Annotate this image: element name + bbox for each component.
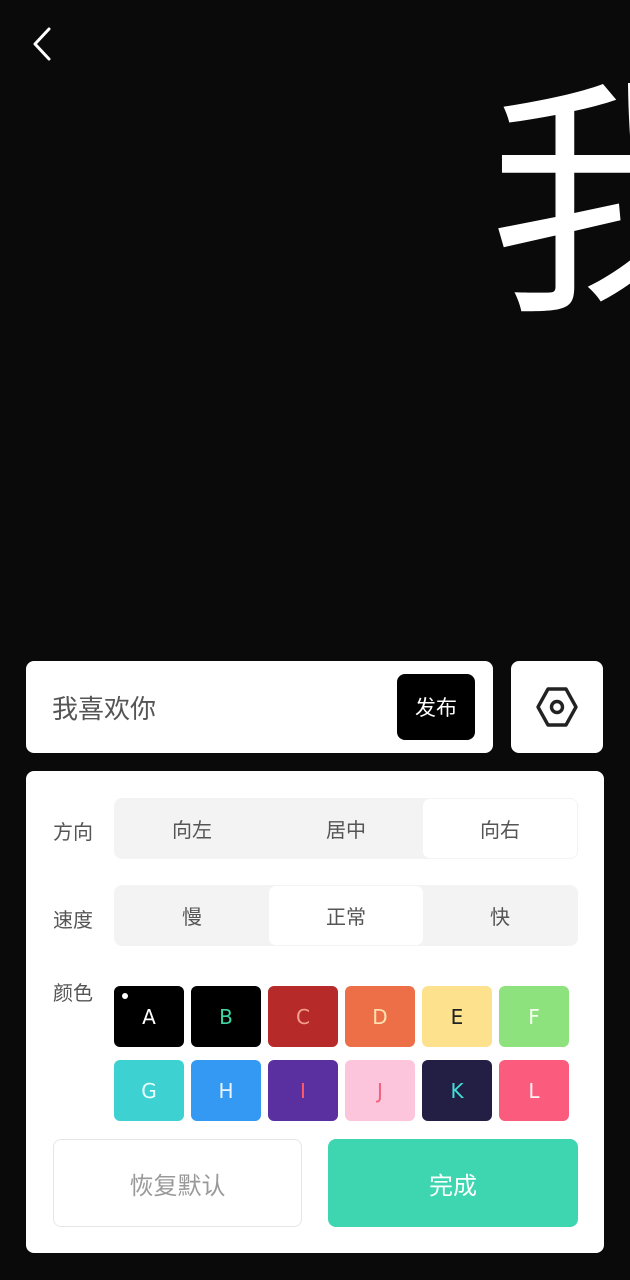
speed-slow-option[interactable]: 慢 [115, 886, 269, 945]
swatch-letter: H [218, 1078, 234, 1103]
direction-label: 方向 [53, 820, 93, 844]
direction-center-option[interactable]: 居中 [269, 799, 423, 858]
swatch-letter: A [142, 1004, 156, 1029]
speed-fast-option[interactable]: 快 [423, 886, 577, 945]
settings-panel: 方向 向左 居中 向右 速度 慢 正常 快 颜色 A B C D E F G H I J K L 恢复… [26, 771, 604, 1253]
direction-right-option[interactable]: 向右 [423, 799, 577, 858]
swatch-letter: D [372, 1004, 388, 1029]
reset-default-button[interactable]: 恢复默认 [53, 1139, 302, 1227]
selected-indicator-dot [122, 993, 128, 999]
speed-normal-option[interactable]: 正常 [269, 886, 423, 945]
marquee-text-input[interactable] [52, 661, 402, 753]
color-swatch-k[interactable]: K [422, 1060, 492, 1121]
swatch-letter: L [528, 1078, 540, 1103]
done-button[interactable]: 完成 [328, 1139, 578, 1227]
direction-selector: 向左 居中 向右 [114, 798, 578, 859]
chevron-left-icon [33, 27, 51, 61]
swatch-letter: F [528, 1004, 540, 1029]
direction-left-option[interactable]: 向左 [115, 799, 269, 858]
color-swatch-f[interactable]: F [499, 986, 569, 1047]
marquee-editor-screen: 我 发布 方向 向左 居中 向右 速度 慢 正常 快 颜色 A B C D E F G H I J… [0, 0, 630, 1280]
color-swatch-a[interactable]: A [114, 986, 184, 1047]
swatch-letter: J [377, 1078, 383, 1103]
hex-nut-settings-icon [536, 687, 578, 727]
speed-label: 速度 [53, 908, 93, 932]
swatch-letter: K [450, 1078, 464, 1103]
swatch-letter: B [219, 1004, 233, 1029]
color-swatch-g[interactable]: G [114, 1060, 184, 1121]
color-swatch-d[interactable]: D [345, 986, 415, 1047]
color-swatch-b[interactable]: B [191, 986, 261, 1047]
swatch-letter: C [296, 1004, 310, 1029]
text-input-card: 发布 [26, 661, 493, 753]
color-swatch-grid: A B C D E F G H I J K L [114, 986, 574, 1121]
color-label: 颜色 [53, 981, 93, 1005]
marquee-preview-text: 我 [488, 59, 630, 350]
color-swatch-j[interactable]: J [345, 1060, 415, 1121]
color-swatch-e[interactable]: E [422, 986, 492, 1047]
color-swatch-c[interactable]: C [268, 986, 338, 1047]
color-swatch-i[interactable]: I [268, 1060, 338, 1121]
swatch-letter: E [450, 1004, 464, 1029]
swatch-letter: I [300, 1078, 306, 1103]
publish-button[interactable]: 发布 [397, 674, 475, 740]
speed-selector: 慢 正常 快 [114, 885, 578, 946]
color-swatch-h[interactable]: H [191, 1060, 261, 1121]
swatch-letter: G [141, 1078, 157, 1103]
color-swatch-l[interactable]: L [499, 1060, 569, 1121]
back-button[interactable] [18, 20, 66, 68]
settings-button[interactable] [511, 661, 603, 753]
